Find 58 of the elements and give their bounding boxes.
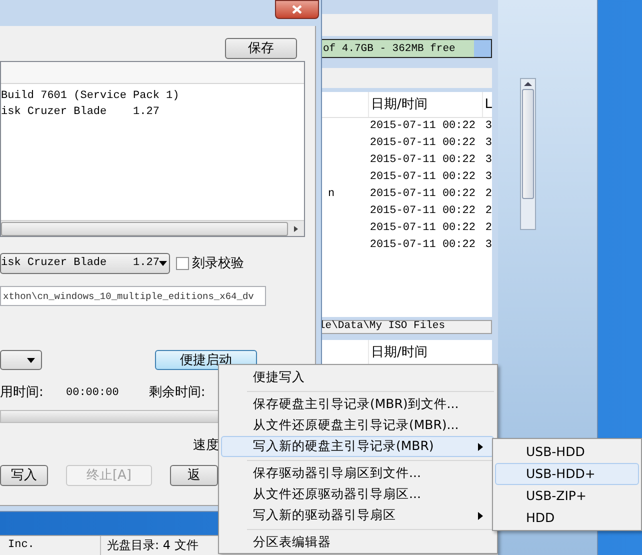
action-button[interactable]: 返 [170, 464, 218, 486]
menu-item[interactable]: 从文件还原驱动器引导扇区... [221, 484, 494, 505]
speed-label: 速度 [193, 438, 219, 452]
table-cell-text: 2 [485, 204, 492, 220]
menu-item[interactable]: 写入新的硬盘主引导记录(MBR) [221, 436, 494, 457]
mode-select[interactable] [0, 350, 42, 370]
action-button[interactable]: 写入 [0, 464, 48, 486]
status-text: 光盘目录: 4 文件 [107, 538, 198, 552]
table-cell-text: 2 [485, 221, 492, 236]
menu-item[interactable]: 分区表编辑器 [221, 532, 494, 553]
submenu-item[interactable]: USB-ZIP+ [495, 485, 639, 507]
path-text: le\Data\My ISO Files [319, 319, 446, 334]
submenu-arrow-icon [478, 512, 483, 520]
submenu-item[interactable]: HDD [495, 507, 639, 529]
table-cell-text: 3 [485, 153, 492, 168]
menu-item[interactable]: 保存驱动器引导扇区到文件... [221, 463, 494, 484]
date-cell-text: 2015-07-11 00:22 [368, 119, 476, 134]
menu-item[interactable]: 从文件还原硬盘主引导记录(MBR)... [221, 415, 494, 436]
close-button[interactable] [275, 0, 319, 19]
column-header[interactable]: L [482, 92, 492, 117]
menu-item[interactable]: 保存硬盘主引导记录(MBR)到文件... [221, 394, 494, 415]
verify-checkbox[interactable] [176, 257, 189, 270]
remaining-time-label: 剩余时间: [148, 384, 206, 402]
elapsed-time-label: 用时间: [0, 384, 44, 402]
table-cell-text: 2 [485, 187, 492, 202]
scroll-thumb[interactable] [522, 89, 534, 199]
date-cell-text: 2015-07-11 00:22 [368, 238, 476, 254]
date-cell-text: 2015-07-11 00:22 [368, 170, 476, 186]
submenu-arrow-icon [478, 442, 483, 450]
device-select[interactable]: isk Cruzer Blade 1.27 [0, 253, 170, 274]
info-line: Build 7601 (Service Pack 1) [1, 89, 180, 104]
scroll-thumb[interactable] [1, 222, 288, 236]
elapsed-time-value: 00:00:00 [66, 386, 119, 400]
device-select-value: isk Cruzer Blade 1.27 [1, 256, 160, 272]
close-icon [292, 5, 302, 14]
image-path-field[interactable]: xthon\cn_windows_10_multiple_editions_x64_dv [0, 286, 266, 306]
menu-item[interactable]: 便捷写入 [221, 367, 494, 388]
save-button[interactable]: 保存 [225, 38, 297, 59]
table-cell-text: 3 [485, 119, 492, 134]
file-name-cell: n [328, 188, 335, 200]
status-text: Inc. [8, 538, 36, 554]
date-cell-text: 2015-07-11 00:22 [368, 136, 476, 152]
column-header[interactable]: 日期/时间 [368, 92, 482, 117]
date-cell-text: 2015-07-11 00:22 [368, 153, 476, 168]
submenu-item[interactable]: USB-HDD [495, 441, 639, 463]
date-cell-text: 2015-07-11 00:22 [368, 221, 476, 236]
submenu-item[interactable]: USB-HDD+ [495, 463, 639, 485]
table-cell-text: 3 [485, 170, 492, 186]
verify-checkbox-label: 刻录校验 [192, 254, 244, 273]
table-cell-text: 3 [485, 238, 492, 254]
caret-icon [159, 261, 168, 266]
menu-item[interactable]: 写入新的驱动器引导扇区 [221, 505, 494, 526]
info-line: isk Cruzer Blade 1.27 [1, 105, 160, 120]
date-cell-text: 2015-07-11 00:22 [368, 204, 476, 220]
caret-icon [27, 358, 35, 362]
table-cell-text: 3 [485, 136, 492, 152]
capacity-text: of 4.7GB - 362MB free [323, 42, 456, 57]
date-cell-text: 2015-07-11 00:22 [368, 187, 476, 202]
